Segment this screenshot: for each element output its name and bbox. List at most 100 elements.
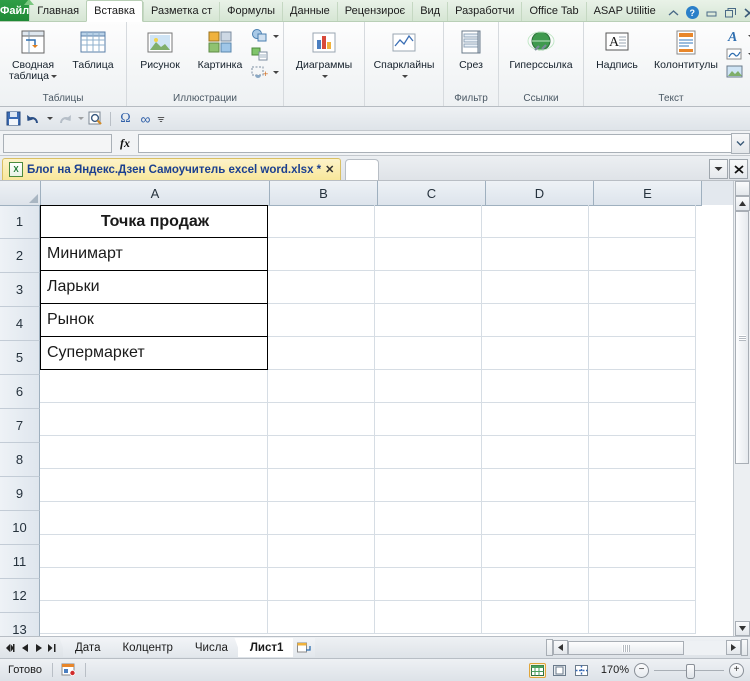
- cell-c9[interactable]: [375, 469, 482, 502]
- close-all-tabs-button[interactable]: [729, 159, 748, 179]
- cell-b7[interactable]: [268, 403, 375, 436]
- sparklines-button[interactable]: Спарклайны: [369, 26, 439, 84]
- cell-d2[interactable]: [482, 238, 589, 271]
- cell-c13[interactable]: [375, 601, 482, 634]
- cell-d13[interactable]: [482, 601, 589, 634]
- cell-a4[interactable]: Рынок: [40, 304, 268, 337]
- tab-review[interactable]: Рецензироє: [336, 2, 412, 21]
- zoom-in-button[interactable]: +: [729, 662, 744, 678]
- object-button[interactable]: [726, 64, 750, 80]
- minimize-icon[interactable]: [705, 6, 718, 19]
- screenshot-button[interactable]: +: [251, 64, 279, 80]
- charts-button[interactable]: Диаграммы: [288, 26, 360, 84]
- cell-a13[interactable]: [40, 601, 268, 634]
- cell-a9[interactable]: [40, 469, 268, 502]
- hyperlink-button[interactable]: Гиперссылка: [503, 26, 579, 73]
- chevron-down-icon[interactable]: [322, 74, 328, 78]
- page-layout-view-icon[interactable]: [551, 663, 568, 678]
- cell-e3[interactable]: [589, 271, 696, 304]
- cell-d9[interactable]: [482, 469, 589, 502]
- cell-e13[interactable]: [589, 601, 696, 634]
- cell-c10[interactable]: [375, 502, 482, 535]
- row-header-8[interactable]: 8: [0, 443, 40, 477]
- normal-view-icon[interactable]: [529, 662, 546, 678]
- sheet-tab-callcenter[interactable]: Колцентр: [110, 638, 183, 657]
- help-icon[interactable]: ?: [685, 6, 699, 19]
- tab-list-dropdown-button[interactable]: [709, 159, 728, 179]
- scroll-right-button[interactable]: [726, 640, 741, 655]
- cell-e8[interactable]: [589, 436, 696, 469]
- row-header-7[interactable]: 7: [0, 409, 40, 443]
- cell-d7[interactable]: [482, 403, 589, 436]
- cell-e12[interactable]: [589, 568, 696, 601]
- cell-d4[interactable]: [482, 304, 589, 337]
- cell-e2[interactable]: [589, 238, 696, 271]
- column-header-b[interactable]: B: [270, 181, 378, 206]
- tab-developer[interactable]: Разработчи: [447, 2, 521, 21]
- column-header-c[interactable]: C: [378, 181, 486, 206]
- header-footer-button[interactable]: Колонтитулы: [648, 26, 724, 73]
- row-header-1[interactable]: 1: [0, 205, 40, 239]
- tab-insert[interactable]: Вставка: [86, 0, 144, 22]
- cell-b9[interactable]: [268, 469, 375, 502]
- cell-b5[interactable]: [268, 337, 375, 370]
- cell-b11[interactable]: [268, 535, 375, 568]
- smartart-button[interactable]: [251, 46, 279, 62]
- wordart-button[interactable]: A: [726, 28, 750, 45]
- tab-home[interactable]: Главная: [29, 2, 86, 21]
- select-all-button[interactable]: [0, 181, 41, 206]
- document-tab[interactable]: X Блог на Яндекс.Дзен Самоучитель excel …: [2, 158, 342, 180]
- clipart-button[interactable]: Картинка: [191, 26, 249, 73]
- cell-b13[interactable]: [268, 601, 375, 634]
- cell-d11[interactable]: [482, 535, 589, 568]
- cell-e9[interactable]: [589, 469, 696, 502]
- horizontal-scroll-thumb[interactable]: [568, 640, 684, 655]
- close-icon[interactable]: [743, 6, 750, 19]
- cell-c3[interactable]: [375, 271, 482, 304]
- pivot-table-button[interactable]: Сводная таблица: [4, 26, 62, 84]
- chevron-down-icon[interactable]: [402, 74, 408, 78]
- cell-c12[interactable]: [375, 568, 482, 601]
- tab-office-tab[interactable]: Office Tab: [521, 2, 585, 21]
- cell-e7[interactable]: [589, 403, 696, 436]
- row-header-11[interactable]: 11: [0, 545, 40, 579]
- vertical-scrollbar[interactable]: [733, 181, 750, 636]
- cell-e6[interactable]: [589, 370, 696, 403]
- cell-b12[interactable]: [268, 568, 375, 601]
- zoom-out-button[interactable]: −: [634, 662, 649, 678]
- cell-b10[interactable]: [268, 502, 375, 535]
- column-header-e[interactable]: E: [594, 181, 702, 206]
- scroll-down-button[interactable]: [734, 621, 750, 636]
- cell-e1[interactable]: [589, 205, 696, 238]
- cell-d5[interactable]: [482, 337, 589, 370]
- row-header-12[interactable]: 12: [0, 579, 40, 613]
- cell-e11[interactable]: [589, 535, 696, 568]
- tab-data[interactable]: Данные: [282, 2, 337, 21]
- cell-b1[interactable]: [268, 205, 375, 238]
- new-tab-button[interactable]: [345, 159, 380, 180]
- row-header-2[interactable]: 2: [0, 239, 40, 273]
- redo-icon[interactable]: [56, 110, 73, 127]
- close-icon[interactable]: ✕: [325, 163, 334, 176]
- shapes-button[interactable]: [251, 28, 279, 44]
- row-header-5[interactable]: 5: [0, 341, 40, 375]
- name-box[interactable]: [3, 133, 112, 153]
- insert-function-icon[interactable]: fx: [112, 136, 138, 151]
- insert-worksheet-icon[interactable]: [293, 638, 316, 657]
- save-icon[interactable]: [5, 110, 22, 127]
- next-sheet-button[interactable]: [32, 641, 45, 655]
- row-header-4[interactable]: 4: [0, 307, 40, 341]
- cell-d12[interactable]: [482, 568, 589, 601]
- scroll-up-button[interactable]: [734, 196, 750, 211]
- tab-file[interactable]: Файл: [0, 0, 34, 21]
- cell-a8[interactable]: [40, 436, 268, 469]
- cell-b2[interactable]: [268, 238, 375, 271]
- cell-e5[interactable]: [589, 337, 696, 370]
- cell-c2[interactable]: [375, 238, 482, 271]
- cell-c8[interactable]: [375, 436, 482, 469]
- cell-b6[interactable]: [268, 370, 375, 403]
- cell-d1[interactable]: [482, 205, 589, 238]
- last-sheet-button[interactable]: [46, 641, 59, 655]
- customize-qat-icon[interactable]: [157, 111, 165, 127]
- cell-b4[interactable]: [268, 304, 375, 337]
